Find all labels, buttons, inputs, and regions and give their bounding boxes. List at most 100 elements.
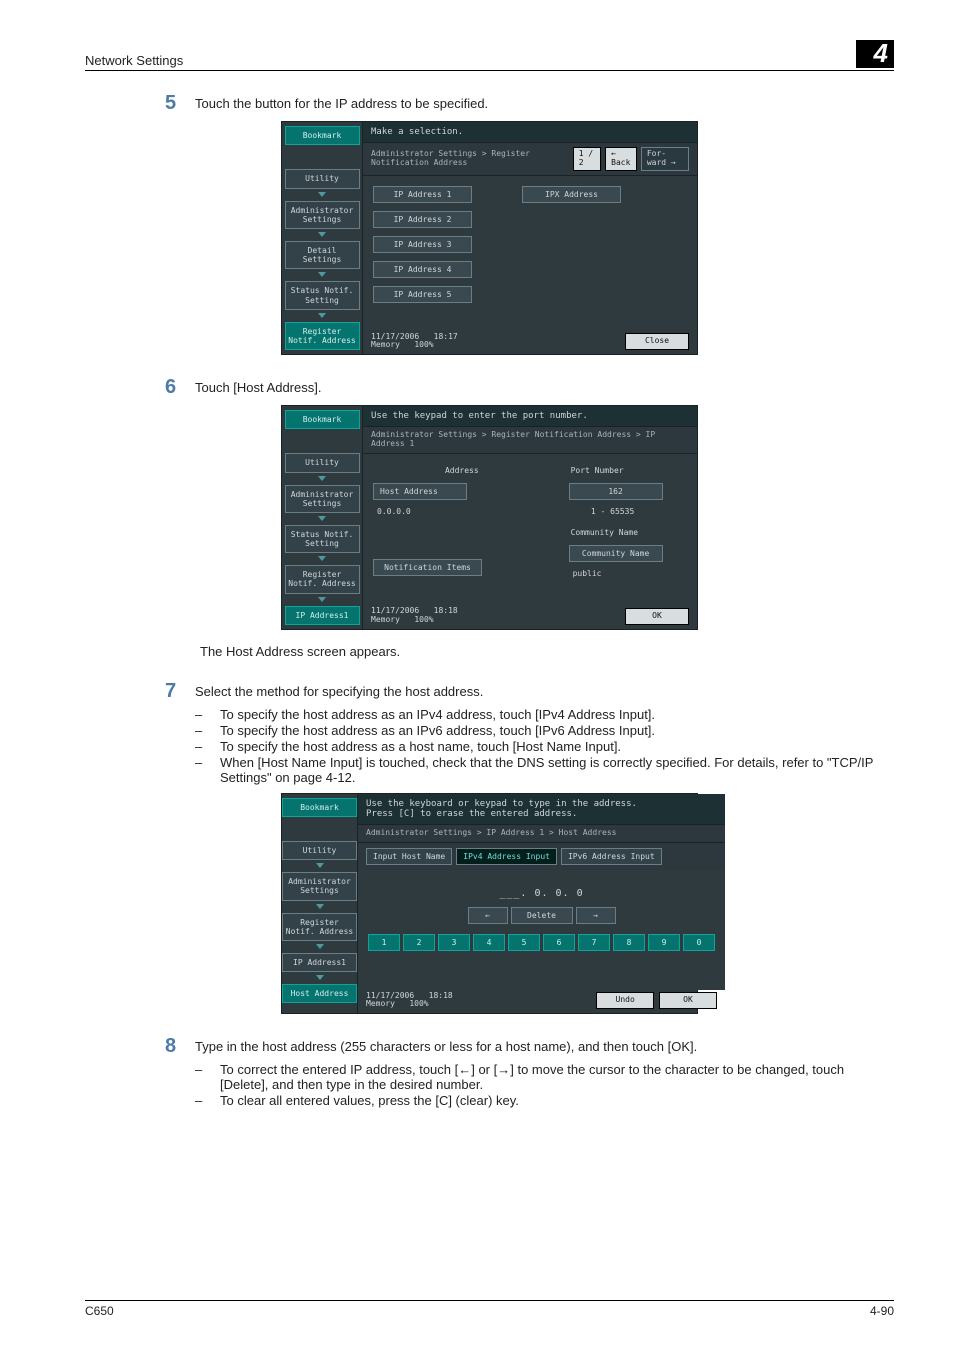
sidebar-status-notif[interactable]: Status Notif. Setting [285,281,360,309]
tab-ipv4[interactable]: IPv4 Address Input [456,848,557,865]
step6-followup: The Host Address screen appears. [200,644,894,659]
step-5-number: 5 [165,93,195,113]
sidebar-host-address[interactable]: Host Address [282,984,357,1003]
screenshot-register-notif-address: Bookmark Utility Administrator Settings … [281,121,698,355]
panel2-breadcrumb: Administrator Settings > Register Notifi… [371,431,689,449]
panel1-breadcrumb: Administrator Settings > Register Notifi… [371,150,573,168]
keypad-5[interactable]: 5 [508,934,540,951]
sidebar-register-notif[interactable]: Register Notif. Address [282,913,357,941]
panel3-breadcrumb: Administrator Settings > IP Address 1 > … [366,829,616,838]
step-5-text: Touch the button for the IP address to b… [195,93,894,111]
page-indicator: 1 / 2 [573,147,601,171]
bookmark-button[interactable]: Bookmark [285,410,360,429]
panel2-date: 11/17/2006 [371,606,419,615]
panel2-instruction: Use the keypad to enter the port number. [363,406,697,427]
sidebar-ip-address1[interactable]: IP Address1 [285,606,360,625]
memory-value: 100% [414,340,433,349]
host-address-button[interactable]: Host Address [373,483,467,500]
keypad-2[interactable]: 2 [403,934,435,951]
panel1-time: 18:17 [434,332,458,341]
notification-items-button[interactable]: Notification Items [373,559,482,576]
forward-button[interactable]: For- ward → [641,147,689,171]
ipx-address-button[interactable]: IPX Address [522,186,621,203]
cursor-left-button[interactable]: ← [468,907,508,924]
keypad-4[interactable]: 4 [473,934,505,951]
tab-host-name[interactable]: Input Host Name [366,848,452,865]
screenshot-host-address: Bookmark Utility Administrator Settings … [281,793,698,1014]
bookmark-button[interactable]: Bookmark [282,798,357,817]
memory-label: Memory [371,615,400,624]
memory-value: 100% [414,615,433,624]
arrow-down-icon [318,516,326,521]
delete-button[interactable]: Delete [511,907,573,924]
chapter-number: 4 [856,40,894,68]
step-7-bullets: –To specify the host address as an IPv4 … [195,707,894,785]
screenshot-ip-address-1: Bookmark Utility Administrator Settings … [281,405,698,630]
keypad-3[interactable]: 3 [438,934,470,951]
panel3-instruction: Use the keyboard or keypad to type in th… [358,794,725,825]
keypad-8[interactable]: 8 [613,934,645,951]
keypad-0[interactable]: 0 [683,934,715,951]
ip-address-4-button[interactable]: IP Address 4 [373,261,472,278]
bookmark-button[interactable]: Bookmark [285,126,360,145]
footer-page-number: 4-90 [870,1304,894,1318]
sidebar-status-notif[interactable]: Status Notif. Setting [285,525,360,553]
memory-label: Memory [371,340,400,349]
sidebar-utility[interactable]: Utility [285,169,360,188]
cursor-right-button[interactable]: → [576,907,616,924]
keypad-9[interactable]: 9 [648,934,680,951]
port-label: Port Number [569,464,626,477]
sidebar-register-notif[interactable]: Register Notif. Address [285,565,360,593]
running-header: Network Settings [85,53,183,68]
arrow-down-icon [316,944,324,949]
step-6-number: 6 [165,377,195,397]
sidebar-ip-address1[interactable]: IP Address1 [282,953,357,972]
sidebar-detail-settings[interactable]: Detail Settings [285,241,360,269]
community-name-value: public [569,568,606,579]
sidebar-admin-settings[interactable]: Administrator Settings [285,201,360,229]
footer-model: C650 [85,1304,114,1318]
ip-address-3-button[interactable]: IP Address 3 [373,236,472,253]
arrow-down-icon [318,556,326,561]
back-button[interactable]: ← Back [605,147,637,171]
step-6-text: Touch [Host Address]. [195,377,894,395]
tab-ipv6[interactable]: IPv6 Address Input [561,848,662,865]
arrow-down-icon [318,313,326,318]
arrow-down-icon [318,192,326,197]
community-name-label: Community Name [569,526,640,539]
panel1-instruction: Make a selection. [363,122,697,143]
sidebar-utility[interactable]: Utility [282,841,357,860]
panel1-date: 11/17/2006 [371,332,419,341]
ok-button[interactable]: OK [659,992,717,1009]
sidebar-admin-settings[interactable]: Administrator Settings [285,485,360,513]
ip-address-2-button[interactable]: IP Address 2 [373,211,472,228]
keypad-1[interactable]: 1 [368,934,400,951]
community-name-button[interactable]: Community Name [569,545,663,562]
keypad-6[interactable]: 6 [543,934,575,951]
ip-entry-field: ___. 0. 0. 0 [368,874,715,907]
ok-button[interactable]: OK [625,608,689,625]
step-8-text: Type in the host address (255 characters… [195,1036,894,1054]
ip-address-5-button[interactable]: IP Address 5 [373,286,472,303]
arrow-down-icon [318,272,326,277]
sidebar-admin-settings[interactable]: Administrator Settings [282,872,357,900]
address-section-label: Address [373,464,551,477]
memory-value: 100% [409,999,428,1008]
step-8-bullets: –To correct the entered IP address, touc… [195,1062,894,1108]
ip-address-1-button[interactable]: IP Address 1 [373,186,472,203]
arrow-down-icon [318,232,326,237]
arrow-down-icon [318,597,326,602]
arrow-down-icon [316,975,324,980]
keypad-7[interactable]: 7 [578,934,610,951]
memory-label: Memory [366,999,395,1008]
close-button[interactable]: Close [625,333,689,350]
host-address-value: 0.0.0.0 [373,506,551,517]
undo-button[interactable]: Undo [596,992,654,1009]
panel3-time: 18:18 [429,991,453,1000]
sidebar-register-notif[interactable]: Register Notif. Address [285,322,360,350]
sidebar-utility[interactable]: Utility [285,453,360,472]
step-8-number: 8 [165,1036,195,1056]
panel3-date: 11/17/2006 [366,991,414,1000]
arrow-down-icon [318,476,326,481]
step-7-text: Select the method for specifying the hos… [195,681,894,699]
